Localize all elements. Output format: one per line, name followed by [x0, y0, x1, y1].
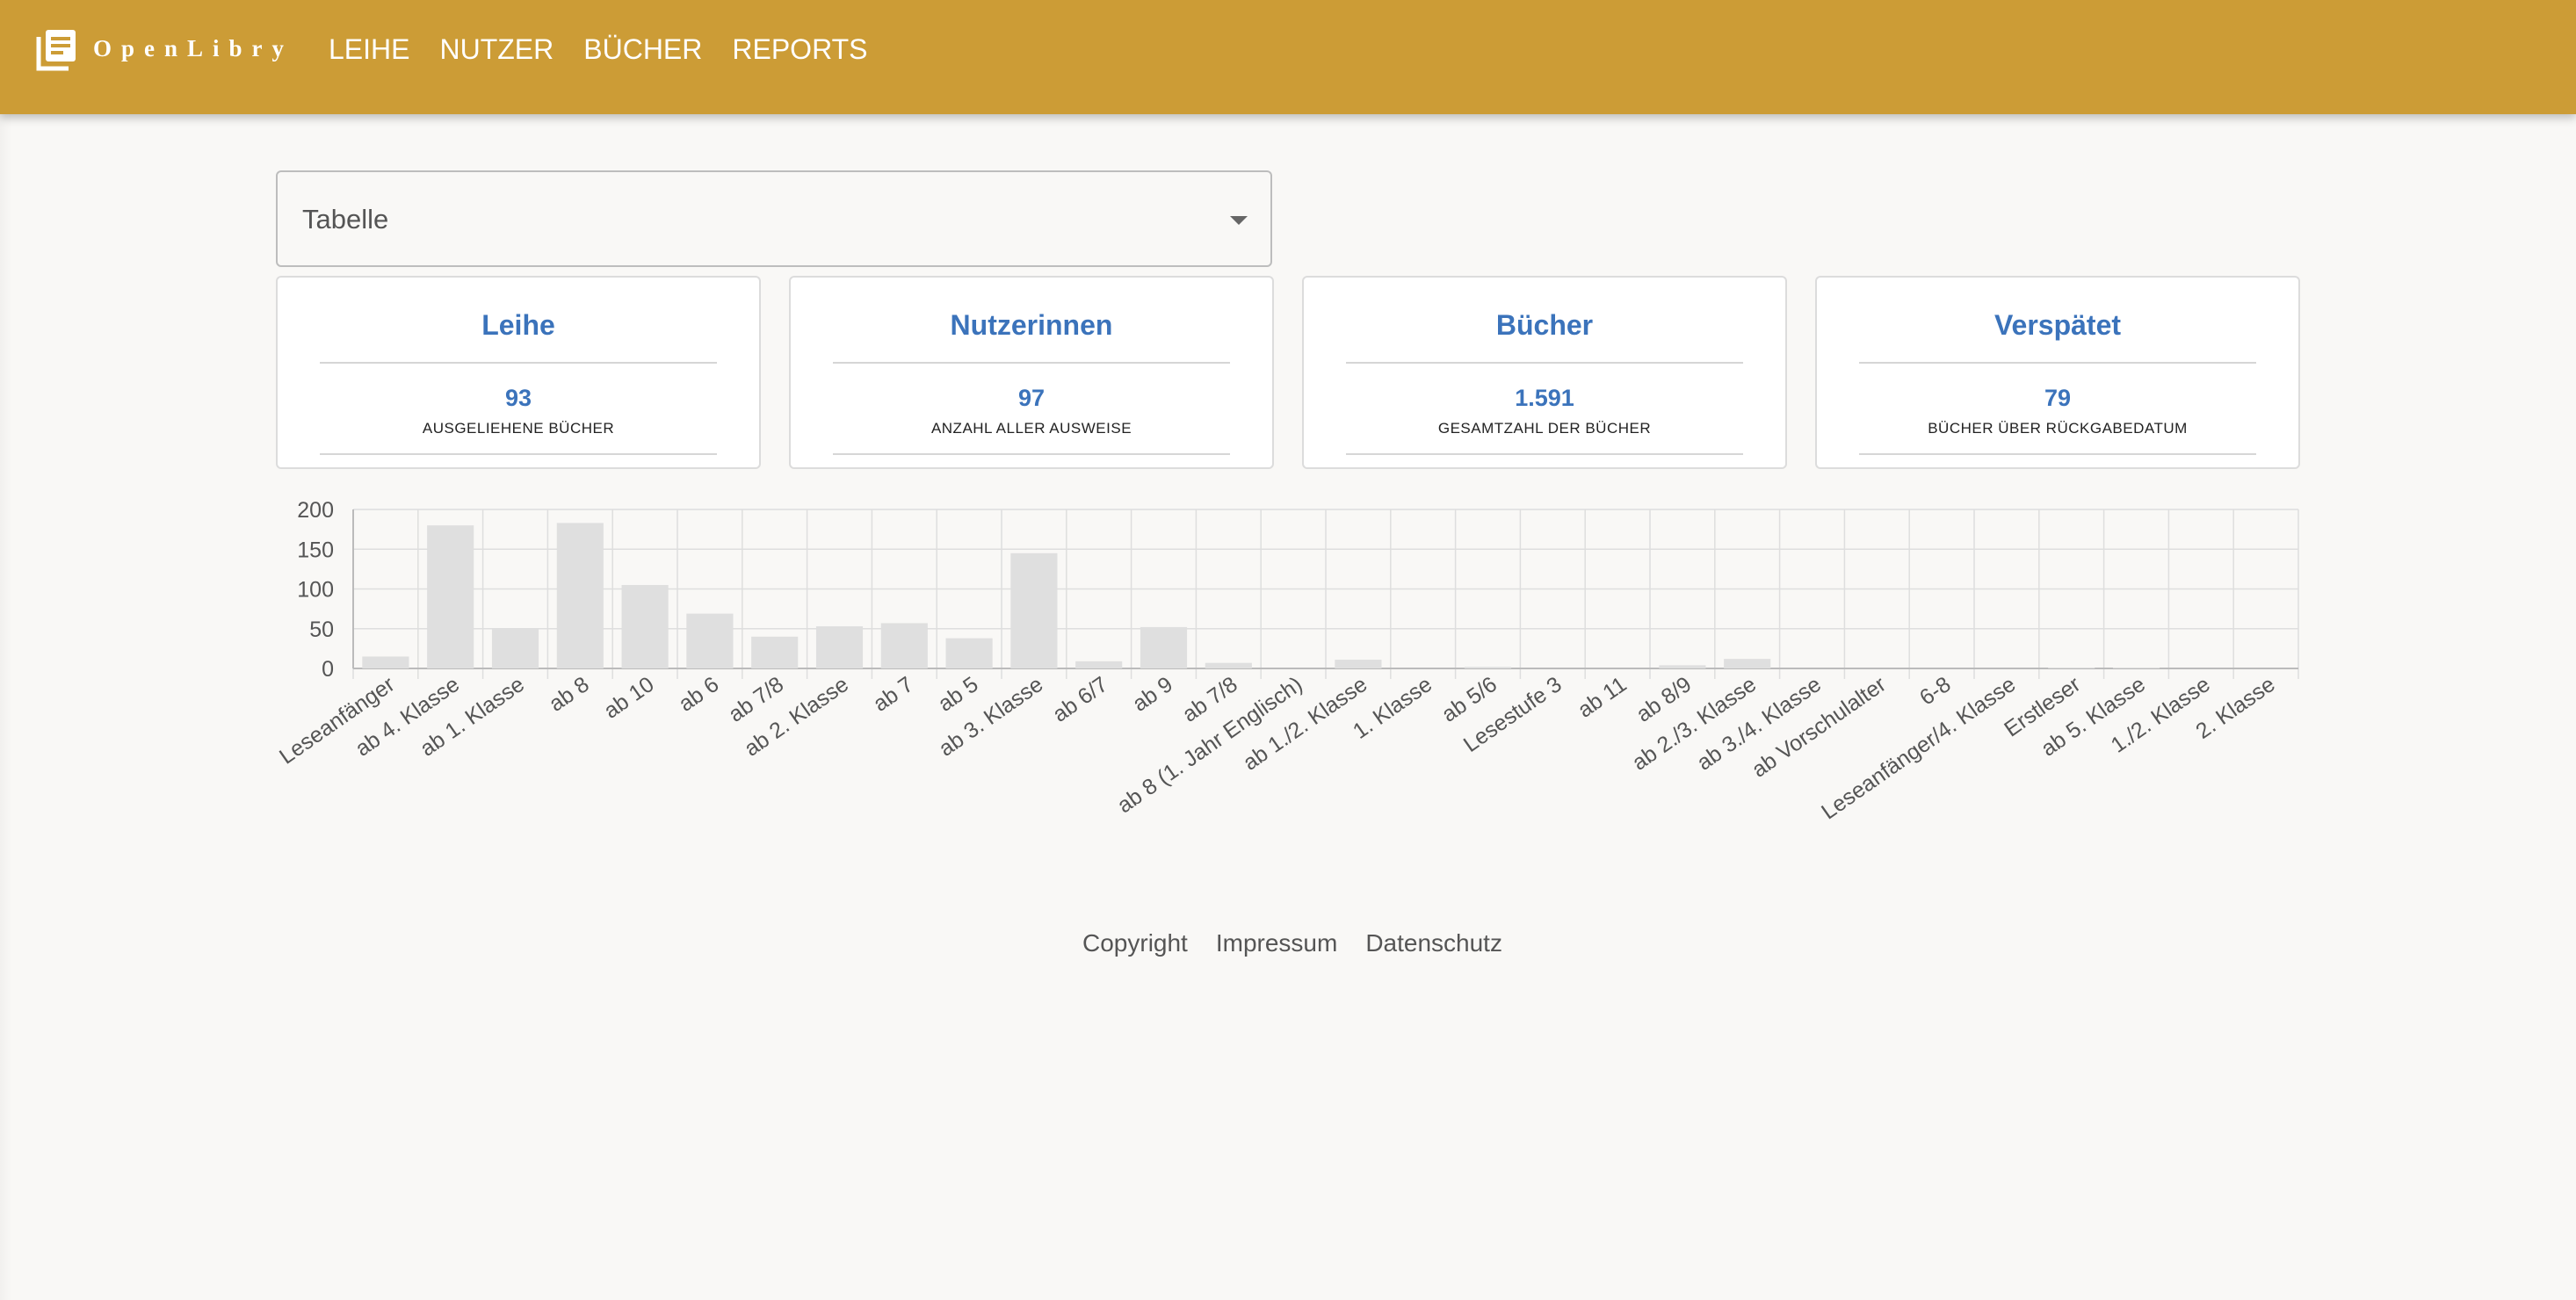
chart-x-tick-label: ab 7	[869, 672, 918, 717]
chart-x-tick-label: ab 7/8	[724, 672, 788, 727]
chart-x-tick-label: ab 4. Klasse	[351, 672, 464, 762]
stat-card-value: 97	[1017, 385, 1046, 411]
stat-card-leihe[interactable]: Leihe 93 AUSGELIEHENE BÜCHER	[276, 276, 761, 469]
stat-card-subtitle: AUSGELIEHENE BÜCHER	[422, 420, 615, 437]
chart-y-tick-label: 150	[297, 538, 334, 562]
chart-x-tick-label: ab 2. Klasse	[740, 672, 853, 762]
chart-x-tick-label: Leseanfänger	[275, 672, 399, 769]
stat-card-buecher[interactable]: Bücher 1.591 GESAMTZAHL DER BÜCHER	[1302, 276, 1787, 469]
main-nav: LEIHE NUTZER BÜCHER REPORTS	[329, 33, 867, 66]
stat-card-title: Verspätet	[1994, 309, 2122, 341]
chart-x-tick-label: ab 7/8	[1178, 672, 1242, 727]
chart-x-tick-label: Leseanfänger/4. Klasse	[1817, 672, 2020, 825]
report-type-value: Tabelle	[302, 204, 389, 235]
chart-x-tick-label: ab Vorschulalter	[1747, 672, 1891, 783]
divider	[1346, 453, 1743, 455]
stat-card-value: 79	[2044, 385, 2072, 411]
stat-card-nutzerinnen[interactable]: Nutzerinnen 97 ANZAHL ALLER AUSWEISE	[789, 276, 1274, 469]
stat-card-verspaetet[interactable]: Verspätet 79 BÜCHER ÜBER RÜCKGABEDATUM	[1815, 276, 2300, 469]
divider	[1859, 453, 2256, 455]
chart-x-tick-label: ab 9	[1128, 672, 1177, 717]
chart-bar	[1075, 661, 1123, 668]
chart-x-tick-label: ab 3. Klasse	[935, 672, 1048, 762]
stat-card-value: 93	[504, 385, 532, 411]
stat-card-value: 1.591	[1515, 385, 1574, 411]
chart-bar	[1724, 659, 1771, 668]
nav-buecher[interactable]: BÜCHER	[583, 33, 702, 66]
footer-link-copyright[interactable]: Copyright	[1082, 929, 1188, 957]
chart-x-tick-label: ab 3./4. Klasse	[1692, 672, 1826, 776]
chart-x-tick-label: 2. Klasse	[2191, 672, 2279, 744]
chart-bar	[1010, 552, 1058, 668]
chart-bar	[1659, 665, 1706, 668]
chart-bar	[362, 656, 409, 668]
chart-x-tick-label: ab 10	[599, 672, 658, 724]
footer-link-impressum[interactable]: Impressum	[1216, 929, 1337, 957]
chart-x-tick-label: ab 6/7	[1048, 672, 1112, 727]
chart-x-tick-label: ab 8/9	[1632, 672, 1696, 727]
divider	[1859, 362, 2256, 364]
chart-bar	[945, 638, 993, 668]
chart-x-tick-label: ab 1./2. Klasse	[1239, 672, 1372, 776]
divider	[320, 362, 717, 364]
chart-bar	[556, 523, 604, 668]
chart-bar	[751, 636, 799, 668]
divider	[320, 453, 717, 455]
chart-x-tick-label: ab 5. Klasse	[2037, 672, 2150, 762]
stat-card-title: Leihe	[481, 309, 555, 341]
footer: Copyright Impressum Datenschutz	[1082, 929, 1502, 957]
app-bar: OpenLibry LEIHE NUTZER BÜCHER REPORTS	[0, 0, 2576, 114]
chart-bar	[686, 613, 734, 668]
chart-y-tick-label: 0	[322, 657, 334, 682]
brand-name[interactable]: OpenLibry	[93, 35, 293, 62]
nav-nutzer[interactable]: NUTZER	[439, 33, 554, 66]
stat-card-subtitle: GESAMTZAHL DER BÜCHER	[1437, 420, 1652, 437]
chart-x-tick-label: ab 2./3. Klasse	[1628, 672, 1762, 776]
chart-x-tick-label: Erstleser	[2000, 672, 2085, 742]
chart-bar	[1140, 626, 1188, 668]
chart-bar	[815, 626, 864, 668]
chart-x-tick-label: ab 6	[674, 672, 723, 717]
footer-link-datenschutz[interactable]: Datenschutz	[1365, 929, 1502, 957]
stat-card-title: Bücher	[1495, 309, 1594, 341]
nav-reports[interactable]: REPORTS	[732, 33, 867, 66]
stat-card-title: Nutzerinnen	[950, 309, 1113, 341]
library-books-icon[interactable]	[35, 28, 77, 72]
chart-bar	[880, 623, 928, 668]
chart-x-tick-label: 6-8	[1915, 672, 1956, 711]
stat-card-subtitle: BÜCHER ÜBER RÜCKGABEDATUM	[1928, 420, 2188, 437]
dropdown-arrow-icon[interactable]	[1230, 216, 1248, 225]
chart-bar	[1464, 667, 1512, 668]
chart-bar	[621, 584, 669, 668]
chart-bar	[491, 628, 539, 668]
chart-x-tick-label: 1. Klasse	[1349, 672, 1436, 744]
chart-x-tick-label: ab 5	[934, 672, 983, 717]
stat-card-subtitle: ANZAHL ALLER AUSWEISE	[930, 420, 1132, 437]
nav-leihe[interactable]: LEIHE	[329, 33, 409, 66]
chart-x-tick-label: ab 5/6	[1437, 672, 1501, 727]
divider	[1346, 362, 1743, 364]
report-type-select[interactable]: Tabelle	[276, 170, 1272, 267]
chart-bar	[1335, 660, 1382, 668]
chart-y-tick-label: 100	[297, 578, 334, 603]
chart-x-tick-label: ab 11	[1574, 672, 1632, 723]
chart-y-tick-label: 200	[297, 498, 334, 523]
chart-bar	[427, 525, 474, 668]
chart-x-tick-label: Lesestufe 3	[1459, 672, 1567, 757]
chart-x-tick-label: ab 1. Klasse	[416, 672, 529, 762]
page-edge-shade	[0, 114, 12, 1300]
chart-x-tick-label: ab 8 (1. Jahr Englisch)	[1113, 672, 1307, 818]
divider	[833, 362, 1230, 364]
chart-x-tick-label: ab 8	[545, 672, 594, 717]
chart-x-tick-label: 1./2. Klasse	[2107, 672, 2215, 758]
divider	[833, 453, 1230, 455]
chart-bar	[1205, 662, 1252, 668]
chart-y-tick-label: 50	[309, 618, 334, 642]
